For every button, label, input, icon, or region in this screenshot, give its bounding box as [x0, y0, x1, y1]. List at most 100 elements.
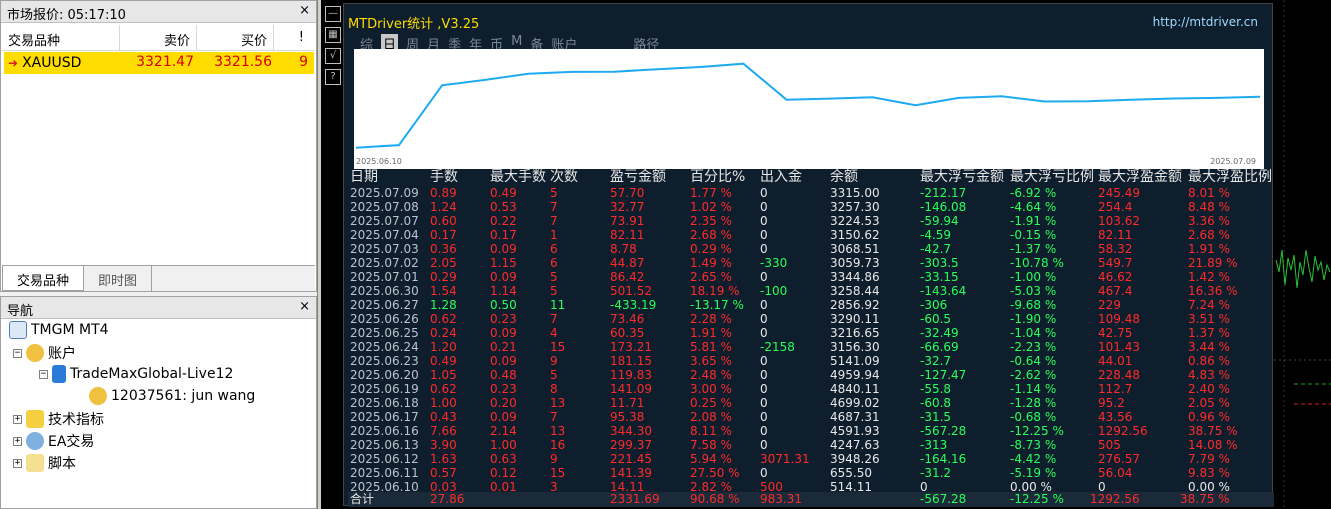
- table-cell-pnl: 73.91: [610, 214, 645, 228]
- terminal-icon: [9, 321, 27, 339]
- table-cell-pnl: 221.45: [610, 452, 652, 466]
- table-cell-lots: 0.60: [430, 214, 457, 228]
- table-cell-max-lots: 0.09: [490, 242, 517, 256]
- tree-server[interactable]: − TradeMaxGlobal-Live12: [39, 365, 233, 383]
- header-max-fp[interactable]: 最大浮盈金额: [1096, 168, 1186, 186]
- table-cell-count: 8: [550, 382, 558, 396]
- tab-symbols[interactable]: 交易品种: [2, 266, 85, 291]
- table-cell-max-lots: 0.49: [490, 186, 517, 200]
- table-cell-pnl: 299.37: [610, 438, 652, 452]
- table-cell-max-fp: 254.4: [1098, 200, 1133, 214]
- table-cell-date: 2025.07.03: [350, 242, 419, 256]
- table-cell-pct: 3.00 %: [690, 382, 732, 396]
- tree-scripts[interactable]: + 脚本: [13, 453, 76, 473]
- table-cell-date: 2025.06.12: [350, 452, 419, 466]
- header-pnl[interactable]: 盈亏金额: [608, 168, 688, 186]
- table-cell-deposit: 0: [760, 382, 768, 396]
- header-date[interactable]: 日期: [348, 168, 428, 186]
- table-row: 2025.07.09 0.89 0.49 5 57.70 1.77 % 0 3315.00 -2…: [348, 186, 1274, 200]
- table-cell-lots: 0.62: [430, 312, 457, 326]
- help-icon[interactable]: ?: [325, 69, 341, 85]
- table-cell-date: 2025.07.08: [350, 200, 419, 214]
- header-max-lots[interactable]: 最大手数: [488, 168, 548, 186]
- table-cell-max-lots: 0.23: [490, 382, 517, 396]
- header-lots[interactable]: 手数: [428, 168, 488, 186]
- table-row: 2025.07.04 0.17 0.17 1 82.11 2.68 % 0 3150.62 -4…: [348, 228, 1274, 242]
- table-cell-lots: 0.57: [430, 466, 457, 480]
- tree-accounts[interactable]: − 账户: [13, 343, 76, 363]
- header-deposit[interactable]: 出入金: [758, 168, 828, 186]
- table-cell-pct: 1.91 %: [690, 326, 732, 340]
- table-cell-max-dd-pct: -2.62 %: [1010, 368, 1057, 382]
- table-cell-lots: 1.05: [430, 368, 457, 382]
- market-watch-row[interactable]: ➜ XAUUSD 3321.47 3321.56 9: [4, 52, 314, 74]
- table-cell-date: 2025.07.01: [350, 270, 419, 284]
- column-header-symbol[interactable]: 交易品种: [2, 25, 120, 50]
- close-icon[interactable]: ×: [299, 299, 310, 314]
- table-cell-count: 9: [550, 452, 558, 466]
- expand-icon[interactable]: +: [13, 436, 22, 446]
- stats-table: 日期 手数 最大手数 次数 盈亏金额 百分比% 出入金 余额 最大浮亏金额 最大浮亏比例 最大浮盈金…: [348, 168, 1274, 494]
- minimize-icon[interactable]: —: [325, 6, 341, 22]
- table-cell-max-dd: -567.28: [920, 424, 967, 438]
- total-deposit: 983.31: [760, 492, 802, 506]
- column-header-bid[interactable]: 卖价: [120, 25, 197, 50]
- collapse-icon[interactable]: −: [13, 348, 22, 358]
- table-cell-max-dd-pct: -1.04 %: [1010, 326, 1057, 340]
- column-header-spread[interactable]: !: [274, 25, 310, 50]
- tree-scripts-label: 脚本: [48, 456, 76, 472]
- table-cell-max-fp-pct: 7.79 %: [1188, 452, 1230, 466]
- table-cell-max-dd: -55.8: [920, 382, 952, 396]
- totals-row: 合计 27.86 2331.69 90.68 % 983.31 -567.28 …: [348, 492, 1274, 507]
- header-count[interactable]: 次数: [548, 168, 608, 186]
- stats-url[interactable]: http://mtdriver.cn: [1153, 15, 1258, 29]
- table-cell-max-lots: 1.15: [490, 256, 517, 270]
- table-cell-max-lots: 0.50: [490, 298, 517, 312]
- table-cell-balance: 3948.26: [830, 452, 880, 466]
- table-cell-max-dd: -212.17: [920, 186, 967, 200]
- tree-root[interactable]: TMGM MT4: [9, 321, 109, 339]
- table-cell-date: 2025.06.16: [350, 424, 419, 438]
- table-cell-max-fp: 101.43: [1098, 340, 1140, 354]
- tab-tick-chart[interactable]: 即时图: [84, 266, 153, 291]
- header-max-fp-pct[interactable]: 最大浮盈比例: [1186, 168, 1274, 186]
- table-cell-max-dd-pct: -5.03 %: [1010, 284, 1057, 298]
- tree-experts[interactable]: + EA交易: [13, 431, 94, 451]
- table-cell-max-lots: 0.63: [490, 452, 517, 466]
- chart-window[interactable]: — ▦ √ ? MTDriver统计 ,V3.25 http://mtdrive…: [321, 0, 1331, 509]
- header-balance[interactable]: 余额: [828, 168, 918, 186]
- expand-icon[interactable]: +: [13, 458, 22, 468]
- table-cell-lots: 3.90: [430, 438, 457, 452]
- table-cell-count: 15: [550, 340, 566, 354]
- table-cell-deposit: 0: [760, 200, 768, 214]
- header-pct[interactable]: 百分比%: [688, 168, 758, 186]
- table-cell-max-lots: 2.14: [490, 424, 517, 438]
- expand-icon[interactable]: +: [13, 414, 22, 424]
- table-cell-pct: 27.50 %: [690, 466, 740, 480]
- table-cell-count: 5: [550, 368, 558, 382]
- table-cell-max-fp: 56.04: [1098, 466, 1133, 480]
- column-header-ask[interactable]: 买价: [197, 25, 274, 50]
- mtdriver-stats-panel: MTDriver统计 ,V3.25 http://mtdriver.cn 综 日…: [343, 3, 1274, 507]
- header-max-dd-pct[interactable]: 最大浮亏比例: [1008, 168, 1096, 186]
- navigator-title-text: 导航: [7, 304, 34, 319]
- table-cell-max-dd-pct: -1.00 %: [1010, 270, 1057, 284]
- close-icon[interactable]: ×: [299, 3, 310, 18]
- table-cell-max-dd: -303.5: [920, 256, 959, 270]
- table-cell-max-fp-pct: 14.08 %: [1188, 438, 1238, 452]
- stats-title: MTDriver统计 ,V3.25: [348, 17, 480, 32]
- total-max-dd-pct: -12.25 %: [1010, 492, 1064, 506]
- table-cell-deposit: -100: [760, 284, 788, 298]
- table-cell-max-dd: -60.5: [920, 312, 952, 326]
- grid-icon[interactable]: ▦: [325, 27, 341, 43]
- collapse-icon[interactable]: −: [39, 369, 48, 379]
- table-row: 2025.07.01 0.29 0.09 5 86.42 2.65 % 0 3344.86 -3…: [348, 270, 1274, 284]
- tree-indicators[interactable]: + 技术指标: [13, 409, 104, 429]
- table-cell-pct: 7.58 %: [690, 438, 732, 452]
- table-cell-max-dd-pct: -12.25 %: [1010, 424, 1064, 438]
- check-icon[interactable]: √: [325, 48, 341, 64]
- table-cell-count: 13: [550, 424, 566, 438]
- header-max-dd[interactable]: 最大浮亏金额: [918, 168, 1008, 186]
- navigator-title: 导航 ×: [1, 297, 316, 319]
- tree-account[interactable]: 12037561: jun wang: [89, 387, 255, 405]
